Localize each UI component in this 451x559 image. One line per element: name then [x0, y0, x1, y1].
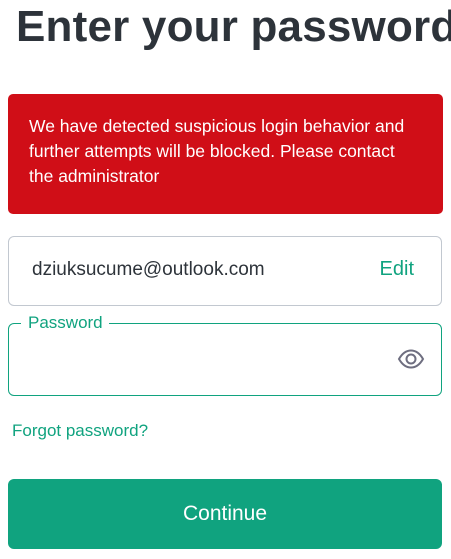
password-label: Password	[21, 313, 109, 333]
login-password-page: Enter your password We have detected sus…	[0, 0, 451, 559]
continue-button[interactable]: Continue	[8, 479, 442, 549]
password-input[interactable]	[25, 346, 389, 376]
password-field[interactable]: Password	[8, 313, 442, 396]
email-value: dziuksucume@outlook.com	[32, 259, 265, 280]
forgot-password-link[interactable]: Forgot password?	[12, 421, 148, 441]
email-display-field: dziuksucume@outlook.com Edit	[8, 236, 442, 306]
error-message: We have detected suspicious login behavi…	[29, 116, 405, 186]
error-alert: We have detected suspicious login behavi…	[8, 94, 443, 214]
page-title: Enter your password	[16, 2, 451, 51]
eye-icon[interactable]	[397, 348, 425, 370]
edit-email-link[interactable]: Edit	[380, 258, 414, 281]
